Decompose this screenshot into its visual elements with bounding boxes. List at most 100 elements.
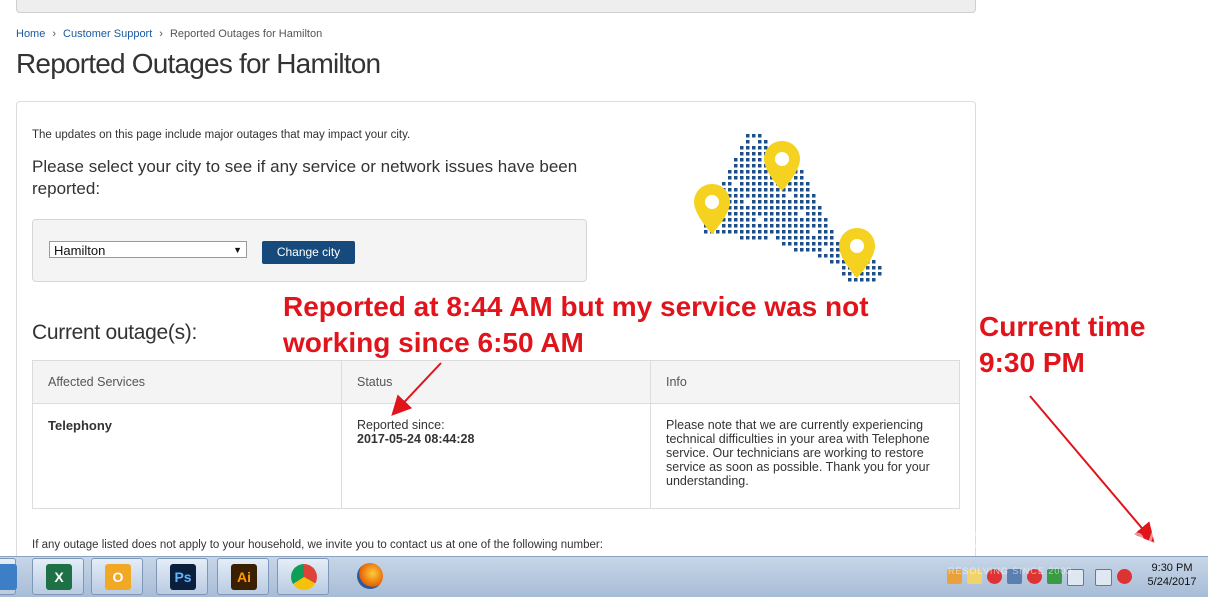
map-dot: [794, 248, 798, 252]
map-dot: [740, 158, 744, 162]
map-dot: [758, 224, 762, 228]
map-dot: [794, 230, 798, 234]
map-dot: [806, 248, 810, 252]
map-dot: [728, 170, 732, 174]
map-dot: [806, 212, 810, 216]
tray-alert-icon[interactable]: [987, 569, 1002, 584]
map-dot: [746, 236, 750, 240]
map-dot: [878, 272, 882, 276]
map-dot: [740, 170, 744, 174]
change-city-button[interactable]: Change city: [262, 241, 355, 264]
taskbar-clock[interactable]: 9:30 PM 5/24/2017: [1140, 561, 1204, 589]
map-dot: [758, 188, 762, 192]
map-dot: [806, 224, 810, 228]
map-dot: [782, 194, 786, 198]
map-dot: [746, 224, 750, 228]
map-dot: [782, 200, 786, 204]
explorer-icon: [0, 564, 17, 590]
map-dot: [734, 200, 738, 204]
map-dot: [746, 164, 750, 168]
map-dot: [836, 254, 840, 258]
map-dot: [728, 218, 732, 222]
map-dot: [770, 188, 774, 192]
taskbar-excel[interactable]: X: [32, 558, 84, 595]
map-dot: [770, 182, 774, 186]
map-dot: [800, 242, 804, 246]
taskbar-outlook[interactable]: O: [91, 558, 143, 595]
map-dot: [770, 206, 774, 210]
column-header: Status: [341, 360, 651, 404]
current-outages-heading: Current outage(s):: [32, 321, 198, 344]
map-dot: [800, 236, 804, 240]
map-dot: [770, 200, 774, 204]
city-select[interactable]: Hamilton ▼: [49, 241, 247, 258]
taskbar-chrome[interactable]: [277, 558, 329, 595]
network-icon[interactable]: [1095, 569, 1112, 586]
taskbar-photoshop[interactable]: Ps: [156, 558, 208, 595]
map-dot: [806, 218, 810, 222]
tray-shield-icon[interactable]: [1047, 569, 1062, 584]
map-dot: [794, 182, 798, 186]
map-dot: [782, 230, 786, 234]
map-dot: [830, 254, 834, 258]
tray-app-icon[interactable]: [967, 569, 982, 584]
tray-app-icon[interactable]: [1007, 569, 1022, 584]
outlook-icon: O: [105, 564, 131, 590]
map-dot: [758, 230, 762, 234]
tray-alert-icon[interactable]: [1027, 569, 1042, 584]
map-dot: [824, 236, 828, 240]
map-dot: [752, 212, 756, 216]
map-dot: [764, 224, 768, 228]
breadcrumb-home-link[interactable]: Home: [16, 28, 45, 40]
map-dot: [728, 176, 732, 180]
map-dot: [758, 194, 762, 198]
map-dot: [872, 266, 876, 270]
annotation-arrow: [1029, 395, 1155, 544]
clock-date: 5/24/2017: [1147, 576, 1197, 588]
taskbar-illustrator[interactable]: Ai: [217, 558, 269, 595]
status-cell: Reported since: 2017-05-24 08:44:28: [341, 403, 651, 509]
city-prompt: Please select your city to see if any se…: [32, 157, 578, 198]
map-dot: [758, 212, 762, 216]
map-dot: [734, 218, 738, 222]
annotation-line: Reported at 8:44 AM but my service was n…: [283, 291, 869, 322]
map-dot: [734, 176, 738, 180]
map-dot: [836, 248, 840, 252]
map-dot: [860, 278, 864, 282]
map-dot: [752, 236, 756, 240]
map-dot: [872, 278, 876, 282]
map-dot: [752, 134, 756, 138]
map-dot: [788, 242, 792, 246]
map-dot: [752, 230, 756, 234]
map-dot: [728, 212, 732, 216]
map-dot: [794, 176, 798, 180]
map-dot: [800, 230, 804, 234]
map-dot: [794, 242, 798, 246]
map-dot: [812, 212, 816, 216]
map-dot: [740, 218, 744, 222]
map-dot: [734, 230, 738, 234]
flag-icon[interactable]: [1067, 569, 1084, 586]
map-dot: [866, 278, 870, 282]
volume-muted-icon[interactable]: [1117, 569, 1132, 584]
map-dot: [806, 242, 810, 246]
system-tray: [945, 563, 1135, 591]
map-dot: [752, 194, 756, 198]
map-dot: [818, 206, 822, 210]
taskbar-windows-explorer[interactable]: [0, 558, 17, 595]
map-dot: [782, 206, 786, 210]
column-header: Affected Services: [32, 360, 342, 404]
map-dot: [812, 218, 816, 222]
taskbar-firefox[interactable]: [344, 558, 396, 595]
map-dot: [770, 212, 774, 216]
tray-app-icon[interactable]: [947, 569, 962, 584]
city-select-value: Hamilton: [54, 243, 106, 258]
map-dot: [824, 230, 828, 234]
windows-taskbar: X O Ps Ai 9:30 PM 5/24/2017: [0, 556, 1208, 597]
breadcrumb-support-link[interactable]: Customer Support: [63, 28, 152, 40]
map-dot: [758, 176, 762, 180]
map-dot: [746, 218, 750, 222]
map-dot: [764, 200, 768, 204]
outage-table: Affected Services Status Info Telephony …: [32, 360, 960, 509]
map-dot: [800, 206, 804, 210]
